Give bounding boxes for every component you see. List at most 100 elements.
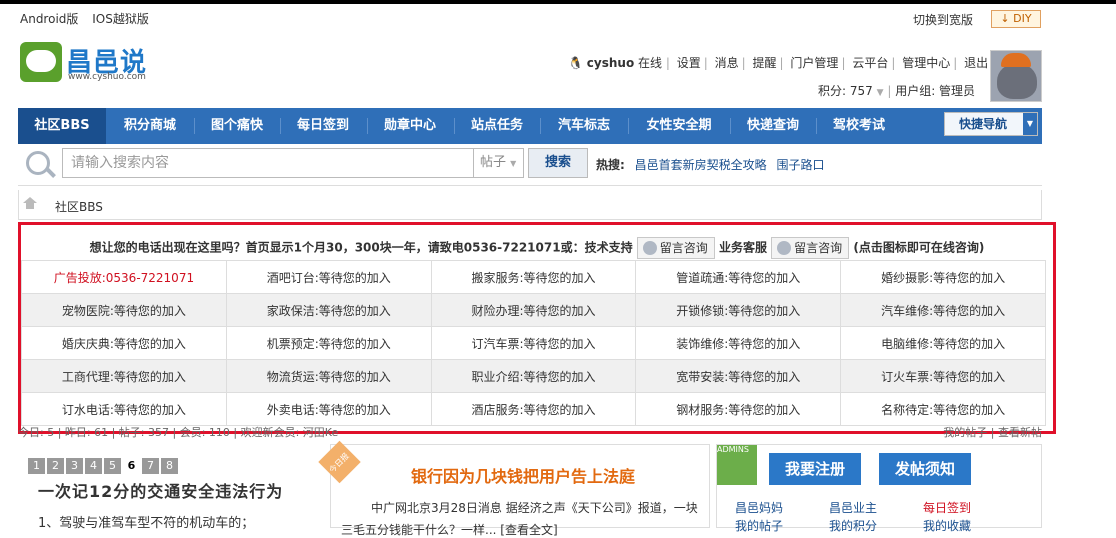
search-type-select[interactable]: 帖子 ▼ [474,148,524,178]
ad-cell[interactable]: 开锁修锁:等待您的加入 [635,293,842,327]
search-button[interactable]: 搜索 [528,148,588,178]
consult-label: 留言咨询 [659,241,708,255]
side-link[interactable]: 我的收藏 [923,517,971,534]
register-button[interactable]: 我要注册 [769,453,861,485]
side-link[interactable]: 我的积分 [829,517,877,534]
penguin-icon: 🐧 [568,56,583,70]
points-label: 积分: 757 [818,84,873,98]
slide-slogan[interactable]: 一次记12分的交通安全违法行为 [38,478,283,502]
page-button-current[interactable]: 6 [123,458,140,474]
tab-points-mall[interactable]: 积分商城 [110,108,190,144]
logout-link[interactable]: 退出 [964,56,988,70]
side-link[interactable]: 昌邑妈妈 [735,499,783,516]
ad-cell[interactable]: 订水电话:等待您的加入 [21,392,227,426]
ad-cell[interactable]: 财险办理:等待您的加入 [430,293,637,327]
ad-cell[interactable]: 名称待定:等待您的加入 [840,392,1046,426]
portal-admin-link[interactable]: 门户管理 [790,56,838,70]
tab-fun[interactable]: 图个痛快 [196,108,278,144]
page-button[interactable]: 3 [66,458,83,474]
site-url: www.cyshuo.com [68,72,146,82]
hot-search: 热搜: 昌邑首套新房契税全攻略 围子路口 [596,156,825,173]
ad-title: 想让您的电话出现在这里吗？首页显示1个月30，300块一年，请致电0536-72… [21,237,1053,259]
ad-cell[interactable]: 宽带安装:等待您的加入 [635,359,842,393]
diy-button[interactable]: ↓ DIY [991,10,1041,28]
reminders-link[interactable]: 提醒 [753,56,777,70]
ad-cell[interactable]: 婚庆庆典:等待您的加入 [21,326,227,360]
ad-table: 广告投放:0536-7221071 酒吧订台:等待您的加入 搬家服务:等待您的加… [21,260,1046,426]
tech-consult-button[interactable]: 留言咨询 [636,237,715,259]
search-input[interactable]: 请输入搜索内容 [62,148,474,178]
ad-cell[interactable]: 管道疏通:等待您的加入 [635,260,842,294]
ad-cell[interactable]: 机票预定:等待您的加入 [225,326,432,360]
today-ribbon: 今日报 [318,440,361,484]
nav-divider [454,118,455,134]
ad-cell[interactable]: 工商代理:等待您的加入 [21,359,227,393]
hot-search-link[interactable]: 围子路口 [776,158,824,172]
points-dropdown[interactable]: 积分: 757 ▼ [818,84,884,98]
tab-driving-test[interactable]: 驾校考试 [818,108,900,144]
ad-cell[interactable]: 订火车票:等待您的加入 [840,359,1046,393]
table-row: 婚庆庆典:等待您的加入 机票预定:等待您的加入 订汽车票:等待您的加入 装饰维修… [21,326,1046,360]
tab-medals[interactable]: 勋章中心 [369,108,451,144]
home-icon[interactable] [23,197,37,209]
news-box: 今日报 银行因为几块钱把用户告上法庭 中广网北京3月28日消息 据经济之声《天下… [318,440,710,537]
ad-cell[interactable]: 酒店服务:等待您的加入 [430,392,637,426]
ad-cell[interactable]: 物流货运:等待您的加入 [225,359,432,393]
my-posts-links[interactable]: 我的帖子 | 查看新帖 [943,424,1042,440]
ad-cell[interactable]: 婚纱摄影:等待您的加入 [840,260,1046,294]
side-link[interactable]: 我的帖子 [735,517,783,534]
ad-cell[interactable]: 装饰维修:等待您的加入 [635,326,842,360]
nav-divider [280,118,281,134]
tab-safe-period[interactable]: 女性安全期 [630,108,728,144]
online-status: 在线 [638,56,663,70]
ad-cell[interactable]: 家政保洁:等待您的加入 [225,293,432,327]
divider: | [891,56,896,70]
side-link[interactable]: 昌邑业主 [829,499,877,516]
news-headline[interactable]: 银行因为几块钱把用户告上法庭 [411,463,635,487]
username[interactable]: cyshuo [587,56,634,70]
tab-daily-signin[interactable]: 每日签到 [282,108,364,144]
ad-cell[interactable]: 订汽车票:等待您的加入 [430,326,637,360]
service-consult-button[interactable]: 留言咨询 [771,237,850,259]
nav-divider [628,118,629,134]
ad-cell[interactable]: 职业介绍:等待您的加入 [430,359,637,393]
admins-badge: ADMINS [717,445,757,485]
nav-divider [194,118,195,134]
ad-cell[interactable]: 钢材服务:等待您的加入 [635,392,842,426]
page-button[interactable]: 2 [47,458,64,474]
quick-nav-button[interactable]: 快捷导航 ▼ [944,112,1038,136]
ribbon-label: 今日报 [327,451,351,475]
tab-car-logos[interactable]: 汽车标志 [542,108,626,144]
site-logo[interactable]: 昌邑说 www.cyshuo.com [20,42,160,82]
admin-center-link[interactable]: 管理中心 [902,56,950,70]
ad-cell[interactable]: 电脑维修:等待您的加入 [840,326,1046,360]
ad-cell[interactable]: 外卖电话:等待您的加入 [225,392,432,426]
consult-label: 留言咨询 [794,241,843,255]
hot-search-label: 热搜: [596,158,625,172]
page-button[interactable]: 1 [28,458,45,474]
ad-cell[interactable]: 广告投放:0536-7221071 [21,260,227,294]
messages-link[interactable]: 消息 [715,56,739,70]
tab-tasks[interactable]: 站点任务 [456,108,538,144]
breadcrumb-current[interactable]: 社区BBS [55,198,103,215]
switch-wide-link[interactable]: 切换到宽版 [913,11,973,28]
ad-cell[interactable]: 搬家服务:等待您的加入 [430,260,637,294]
ad-cell[interactable]: 宠物医院:等待您的加入 [21,293,227,327]
ad-cell[interactable]: 汽车维修:等待您的加入 [840,293,1046,327]
page-button[interactable]: 5 [104,458,121,474]
page-button[interactable]: 8 [161,458,178,474]
side-link[interactable]: 每日签到 [923,499,971,516]
ad-cell[interactable]: 酒吧订台:等待您的加入 [225,260,432,294]
page-button[interactable]: 7 [142,458,159,474]
post-notice-button[interactable]: 发帖须知 [879,453,971,485]
divider: | [953,56,958,70]
cloud-platform-link[interactable]: 云平台 [852,56,888,70]
android-link[interactable]: Android版 [20,12,78,26]
tab-express[interactable]: 快递查询 [732,108,814,144]
ios-link[interactable]: IOS越狱版 [92,12,149,26]
avatar[interactable] [990,50,1042,102]
page-button[interactable]: 4 [85,458,102,474]
hot-search-link[interactable]: 昌邑首套新房契税全攻略 [635,158,767,172]
tab-bbs[interactable]: 社区BBS [18,108,106,144]
settings-link[interactable]: 设置 [677,56,701,70]
